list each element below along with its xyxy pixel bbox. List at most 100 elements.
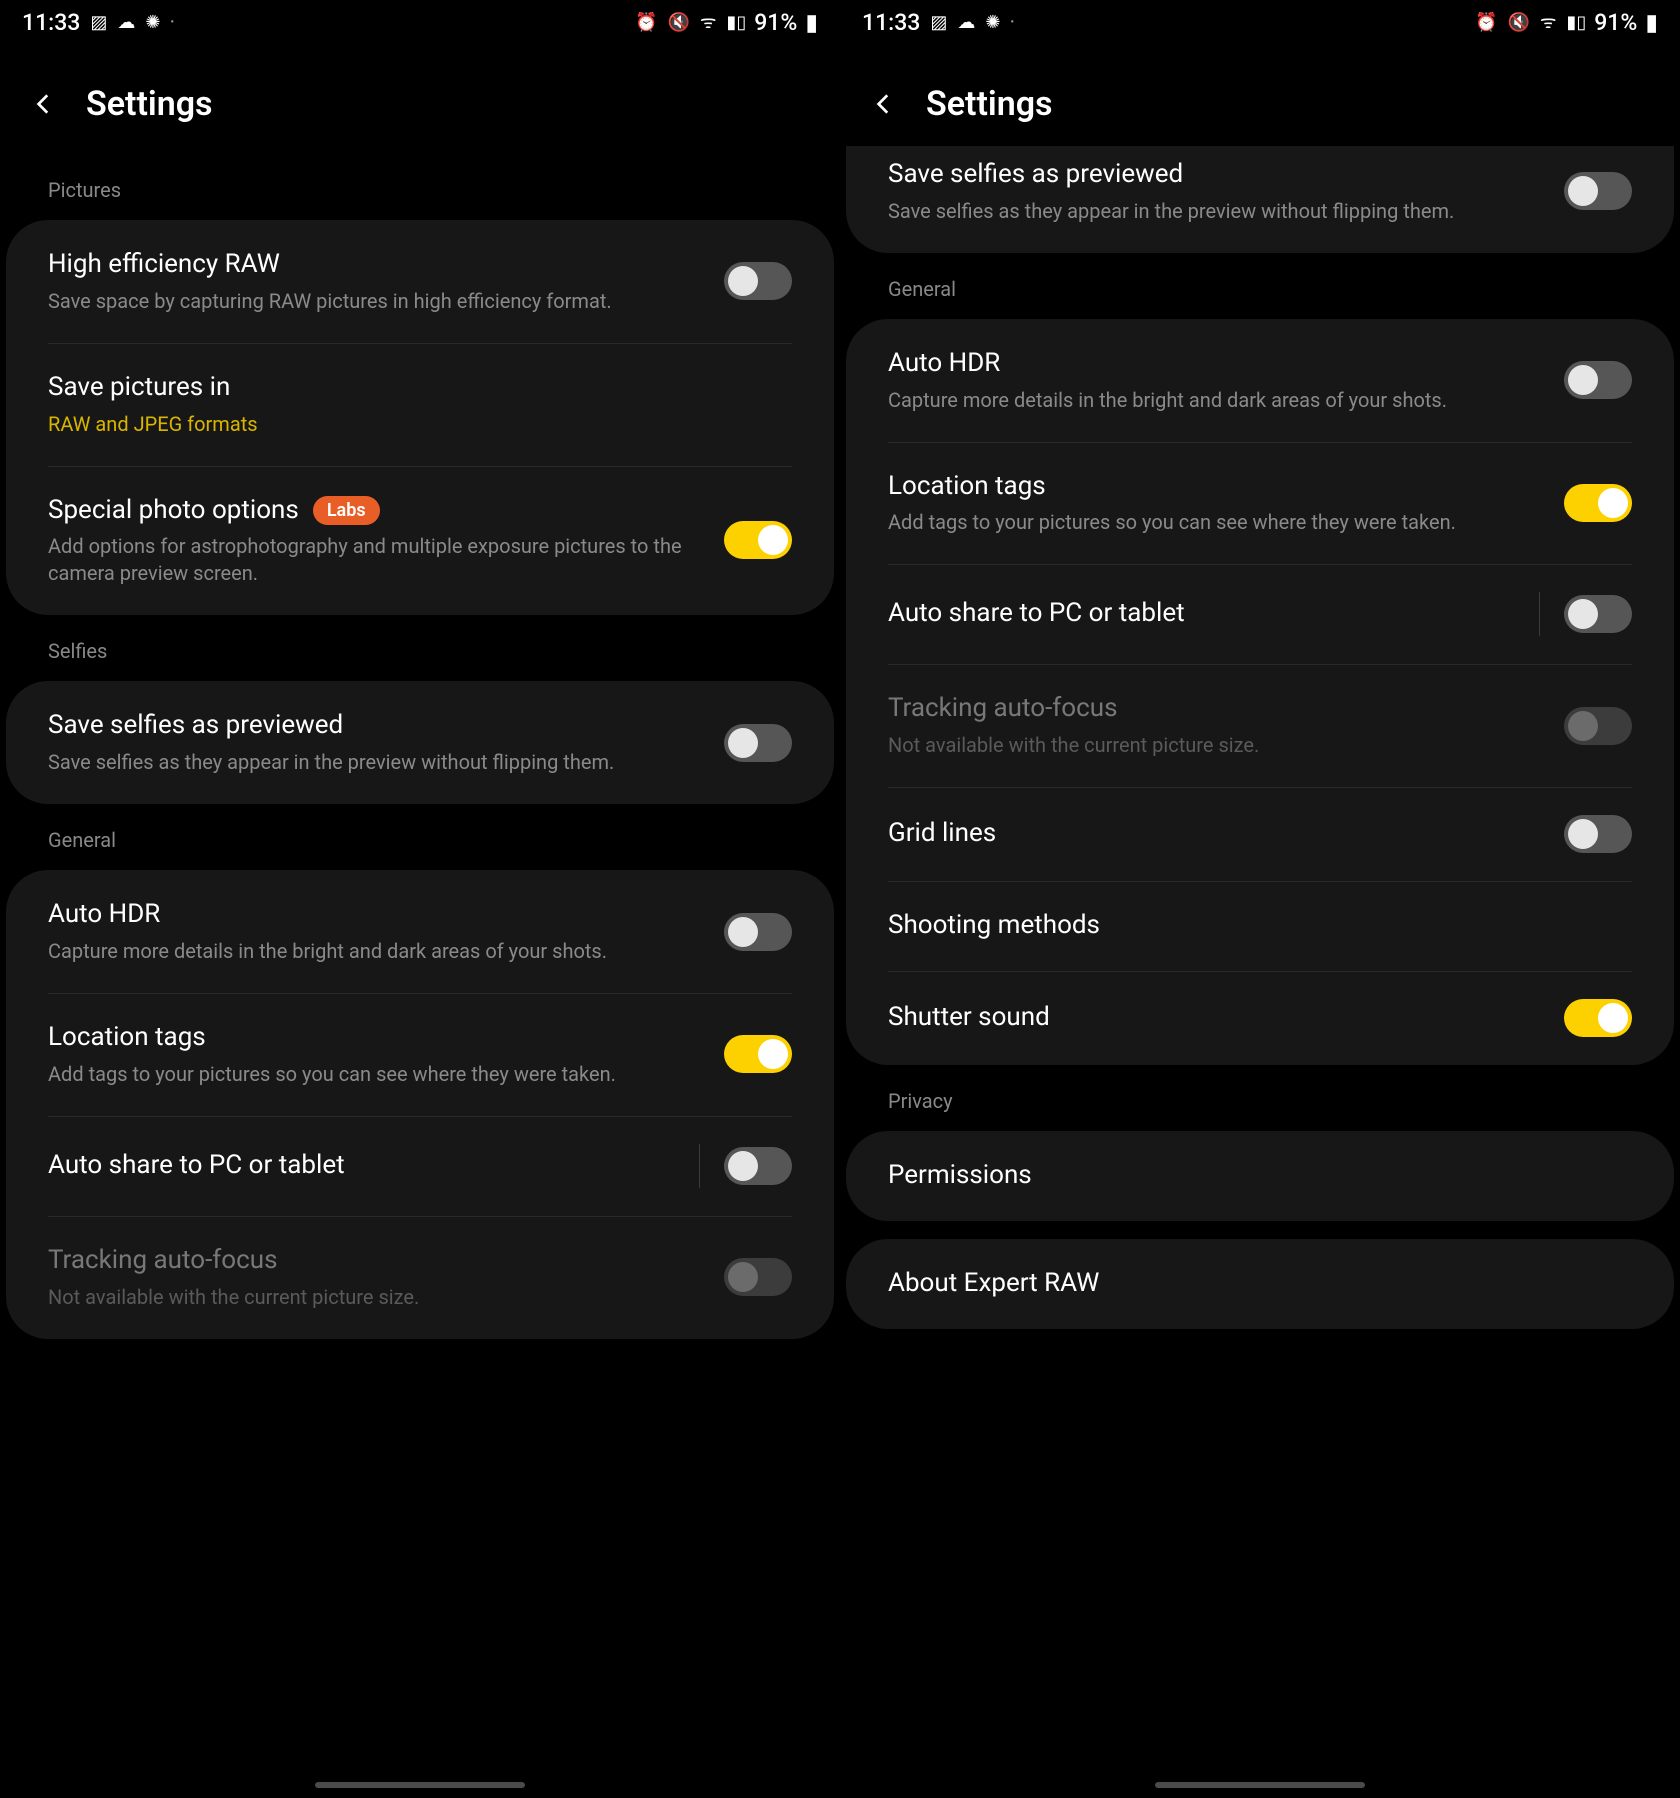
toggle-high-efficiency-raw[interactable] bbox=[724, 262, 792, 300]
row-title: Save selfies as previewed bbox=[888, 158, 1544, 192]
row-shooting-methods[interactable]: Shooting methods bbox=[846, 881, 1674, 971]
vertical-divider bbox=[1539, 592, 1540, 636]
section-label-selfies: Selfies bbox=[0, 615, 840, 681]
row-title: Auto share to PC or tablet bbox=[48, 1149, 679, 1183]
status-left-icons: ▨ ☁ ✺ • bbox=[90, 12, 174, 33]
toggle-location-tags[interactable] bbox=[1564, 484, 1632, 522]
section-label-general: General bbox=[840, 253, 1680, 319]
row-sub: Not available with the current picture s… bbox=[48, 1284, 704, 1311]
row-title: Auto HDR bbox=[48, 898, 704, 932]
battery-icon: ▮ bbox=[805, 9, 818, 36]
row-tracking-autofocus: Tracking auto-focus Not available with t… bbox=[6, 1216, 834, 1339]
battery-icon: ▮ bbox=[1645, 9, 1658, 36]
row-title: Location tags bbox=[888, 470, 1544, 504]
vertical-divider bbox=[699, 1144, 700, 1188]
row-grid-lines[interactable]: Grid lines bbox=[846, 787, 1674, 881]
mute-icon: 🔇 bbox=[668, 12, 690, 33]
card-general: Auto HDR Capture more details in the bri… bbox=[6, 870, 834, 1338]
row-sub: Save selfies as they appear in the previ… bbox=[48, 749, 704, 776]
row-special-photo-options[interactable]: Special photo options Labs Add options f… bbox=[6, 466, 834, 616]
cloud-icon: ☁ bbox=[957, 12, 975, 33]
card-about: About Expert RAW bbox=[846, 1239, 1674, 1329]
card-pictures: High efficiency RAW Save space by captur… bbox=[6, 220, 834, 615]
toggle-save-selfies[interactable] bbox=[724, 724, 792, 762]
row-sub: Capture more details in the bright and d… bbox=[888, 387, 1544, 414]
status-right-icons: ⏰ 🔇 ᯤ ▮▯ bbox=[635, 10, 746, 34]
row-title: Shooting methods bbox=[888, 909, 1612, 943]
toggle-auto-share[interactable] bbox=[1564, 595, 1632, 633]
toggle-special-photo[interactable] bbox=[724, 521, 792, 559]
row-location-tags[interactable]: Location tags Add tags to your pictures … bbox=[6, 993, 834, 1116]
nav-handle[interactable] bbox=[1155, 1782, 1365, 1788]
row-title: Save selfies as previewed bbox=[48, 709, 704, 743]
row-auto-share[interactable]: Auto share to PC or tablet bbox=[6, 1116, 834, 1216]
row-title: Save pictures in bbox=[48, 371, 772, 405]
toggle-grid-lines[interactable] bbox=[1564, 815, 1632, 853]
toggle-save-selfies[interactable] bbox=[1564, 172, 1632, 210]
row-high-efficiency-raw[interactable]: High efficiency RAW Save space by captur… bbox=[6, 220, 834, 343]
row-save-selfies-previewed[interactable]: Save selfies as previewed Save selfies a… bbox=[6, 681, 834, 804]
header: Settings bbox=[0, 44, 840, 154]
battery-percent: 91% bbox=[754, 9, 797, 36]
alarm-icon: ⏰ bbox=[635, 12, 657, 33]
wifi-icon: ᯤ bbox=[700, 10, 716, 34]
row-save-selfies-previewed[interactable]: Save selfies as previewed Save selfies a… bbox=[846, 146, 1674, 253]
status-left-icons: ▨ ☁ ✺ • bbox=[930, 12, 1014, 33]
card-general: Auto HDR Capture more details in the bri… bbox=[846, 319, 1674, 1065]
toggle-location-tags[interactable] bbox=[724, 1035, 792, 1073]
row-title: Tracking auto-focus bbox=[888, 692, 1544, 726]
row-sub: Not available with the current picture s… bbox=[888, 732, 1544, 759]
row-shutter-sound[interactable]: Shutter sound bbox=[846, 971, 1674, 1065]
more-dot-icon: • bbox=[170, 17, 174, 28]
row-about-expert-raw[interactable]: About Expert RAW bbox=[846, 1239, 1674, 1329]
toggle-tracking-af bbox=[724, 1258, 792, 1296]
section-label-privacy: Privacy bbox=[840, 1065, 1680, 1131]
row-sub: Add tags to your pictures so you can see… bbox=[888, 509, 1544, 536]
toggle-auto-hdr[interactable] bbox=[1564, 361, 1632, 399]
page-title: Settings bbox=[926, 84, 1053, 124]
sports-icon: ✺ bbox=[145, 12, 160, 33]
labs-badge: Labs bbox=[313, 496, 380, 525]
back-button[interactable] bbox=[870, 90, 898, 118]
alarm-icon: ⏰ bbox=[1475, 12, 1497, 33]
status-time: 11:33 bbox=[22, 9, 80, 36]
row-title: Location tags bbox=[48, 1021, 704, 1055]
gallery-icon: ▨ bbox=[90, 12, 107, 33]
row-save-pictures-in[interactable]: Save pictures in RAW and JPEG formats bbox=[6, 343, 834, 466]
back-button[interactable] bbox=[30, 90, 58, 118]
signal-icon: ▮▯ bbox=[1566, 12, 1586, 33]
nav-handle[interactable] bbox=[315, 1782, 525, 1788]
row-title: Tracking auto-focus bbox=[48, 1244, 704, 1278]
row-title: Shutter sound bbox=[888, 1001, 1544, 1035]
row-sub: Capture more details in the bright and d… bbox=[48, 938, 704, 965]
row-permissions[interactable]: Permissions bbox=[846, 1131, 1674, 1221]
row-title: About Expert RAW bbox=[888, 1267, 1612, 1301]
row-auto-hdr[interactable]: Auto HDR Capture more details in the bri… bbox=[6, 870, 834, 993]
row-title: Permissions bbox=[888, 1159, 1612, 1193]
row-auto-share[interactable]: Auto share to PC or tablet bbox=[846, 564, 1674, 664]
row-auto-hdr[interactable]: Auto HDR Capture more details in the bri… bbox=[846, 319, 1674, 442]
header: Settings bbox=[840, 44, 1680, 154]
status-time: 11:33 bbox=[862, 9, 920, 36]
page-title: Settings bbox=[86, 84, 213, 124]
signal-icon: ▮▯ bbox=[726, 12, 746, 33]
wifi-icon: ᯤ bbox=[1540, 10, 1556, 34]
cloud-icon: ☁ bbox=[117, 12, 135, 33]
toggle-shutter-sound[interactable] bbox=[1564, 999, 1632, 1037]
row-title: High efficiency RAW bbox=[48, 248, 704, 282]
row-sub: Add tags to your pictures so you can see… bbox=[48, 1061, 704, 1088]
row-tracking-autofocus: Tracking auto-focus Not available with t… bbox=[846, 664, 1674, 787]
status-bar: 11:33 ▨ ☁ ✺ • ⏰ 🔇 ᯤ ▮▯ 91% ▮ bbox=[0, 0, 840, 44]
toggle-tracking-af bbox=[1564, 707, 1632, 745]
row-location-tags[interactable]: Location tags Add tags to your pictures … bbox=[846, 442, 1674, 565]
gallery-icon: ▨ bbox=[930, 12, 947, 33]
row-title: Grid lines bbox=[888, 817, 1544, 851]
mute-icon: 🔇 bbox=[1508, 12, 1530, 33]
card-selfies: Save selfies as previewed Save selfies a… bbox=[6, 681, 834, 804]
card-privacy: Permissions bbox=[846, 1131, 1674, 1221]
toggle-auto-hdr[interactable] bbox=[724, 913, 792, 951]
toggle-auto-share[interactable] bbox=[724, 1147, 792, 1185]
screen-left: 11:33 ▨ ☁ ✺ • ⏰ 🔇 ᯤ ▮▯ 91% ▮ Settings Pi… bbox=[0, 0, 840, 1798]
section-label-general: General bbox=[0, 804, 840, 870]
row-title: Auto share to PC or tablet bbox=[888, 597, 1519, 631]
